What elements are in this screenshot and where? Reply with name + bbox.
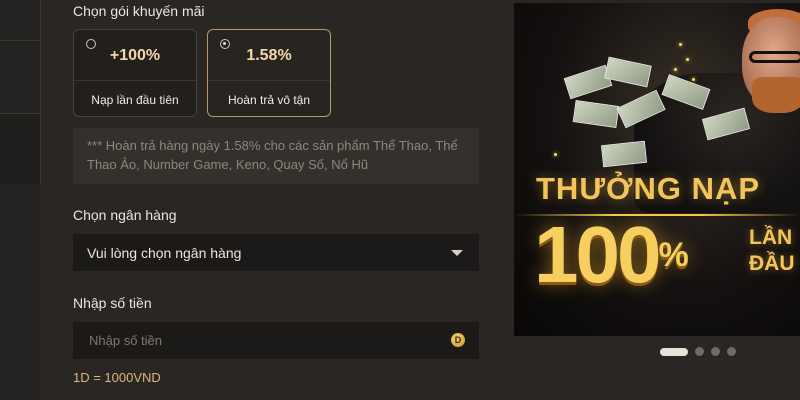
banner-beard-shape	[752, 77, 800, 113]
promo-option-unlimited-rebate[interactable]: 1.58% Hoàn trả vô tận	[207, 29, 331, 117]
banner-dot[interactable]	[695, 347, 704, 356]
banner-dot[interactable]	[711, 347, 720, 356]
exchange-rate-text: 1D = 1000VND	[73, 370, 161, 385]
promo-section-label: Chọn gói khuyến mãi	[73, 3, 205, 19]
promo-option-value: +100%	[109, 47, 161, 64]
banner-subtext: LẦN ĐẦU	[749, 225, 795, 277]
promo-option-header: 1.58%	[208, 30, 330, 81]
banner-subtext-line1: LẦN	[749, 226, 793, 249]
amount-field[interactable]: D	[73, 322, 479, 359]
banner-dot-active[interactable]	[660, 347, 688, 356]
promo-option-name: Nạp lần đầu tiên	[91, 93, 179, 107]
banner-dot[interactable]	[727, 347, 736, 356]
amount-section-label: Nhập số tiền	[73, 295, 152, 311]
side-nav-item[interactable]	[0, 41, 41, 114]
promo-note: *** Hoàn trả hàng ngày 1.58% cho các sản…	[73, 128, 479, 184]
side-nav-item-active[interactable]	[0, 114, 41, 184]
amount-input[interactable]	[73, 322, 433, 359]
sparkle-icon	[692, 78, 695, 81]
coin-icon: D	[451, 333, 465, 347]
banner-headline: THƯỞNG NẠP	[536, 171, 761, 206]
money-bill-icon	[572, 100, 620, 128]
bank-select-value: Vui lòng chọn ngân hàng	[87, 244, 242, 261]
sparkle-icon	[679, 43, 682, 46]
side-nav-item[interactable]	[0, 0, 41, 41]
promo-option-value: 1.58%	[246, 47, 292, 64]
promo-option-name: Hoàn trả vô tận	[227, 93, 311, 107]
promo-option-header: +100%	[74, 30, 196, 81]
banner-pagination	[660, 347, 736, 356]
banner-percent-sign: %	[658, 236, 689, 274]
banner-big-value: 100	[534, 210, 661, 299]
promo-option-first-deposit[interactable]: +100% Nạp lần đầu tiên	[73, 29, 197, 117]
bank-section-label: Chọn ngân hàng	[73, 207, 177, 223]
banner-glasses-shape	[749, 51, 800, 63]
chevron-down-icon	[451, 249, 463, 256]
promo-banner[interactable]: THƯỞNG NẠP 100% LẦN ĐẦU	[514, 3, 800, 336]
sparkle-icon	[686, 58, 689, 61]
sparkle-icon	[554, 153, 557, 156]
side-nav	[0, 0, 41, 400]
sparkle-icon	[674, 68, 677, 71]
banner-big-number: 100%	[534, 215, 689, 295]
banner-subtext-line2: ĐẦU	[749, 252, 795, 275]
money-bill-icon	[600, 140, 648, 168]
bank-select[interactable]: Vui lòng chọn ngân hàng	[73, 234, 479, 271]
